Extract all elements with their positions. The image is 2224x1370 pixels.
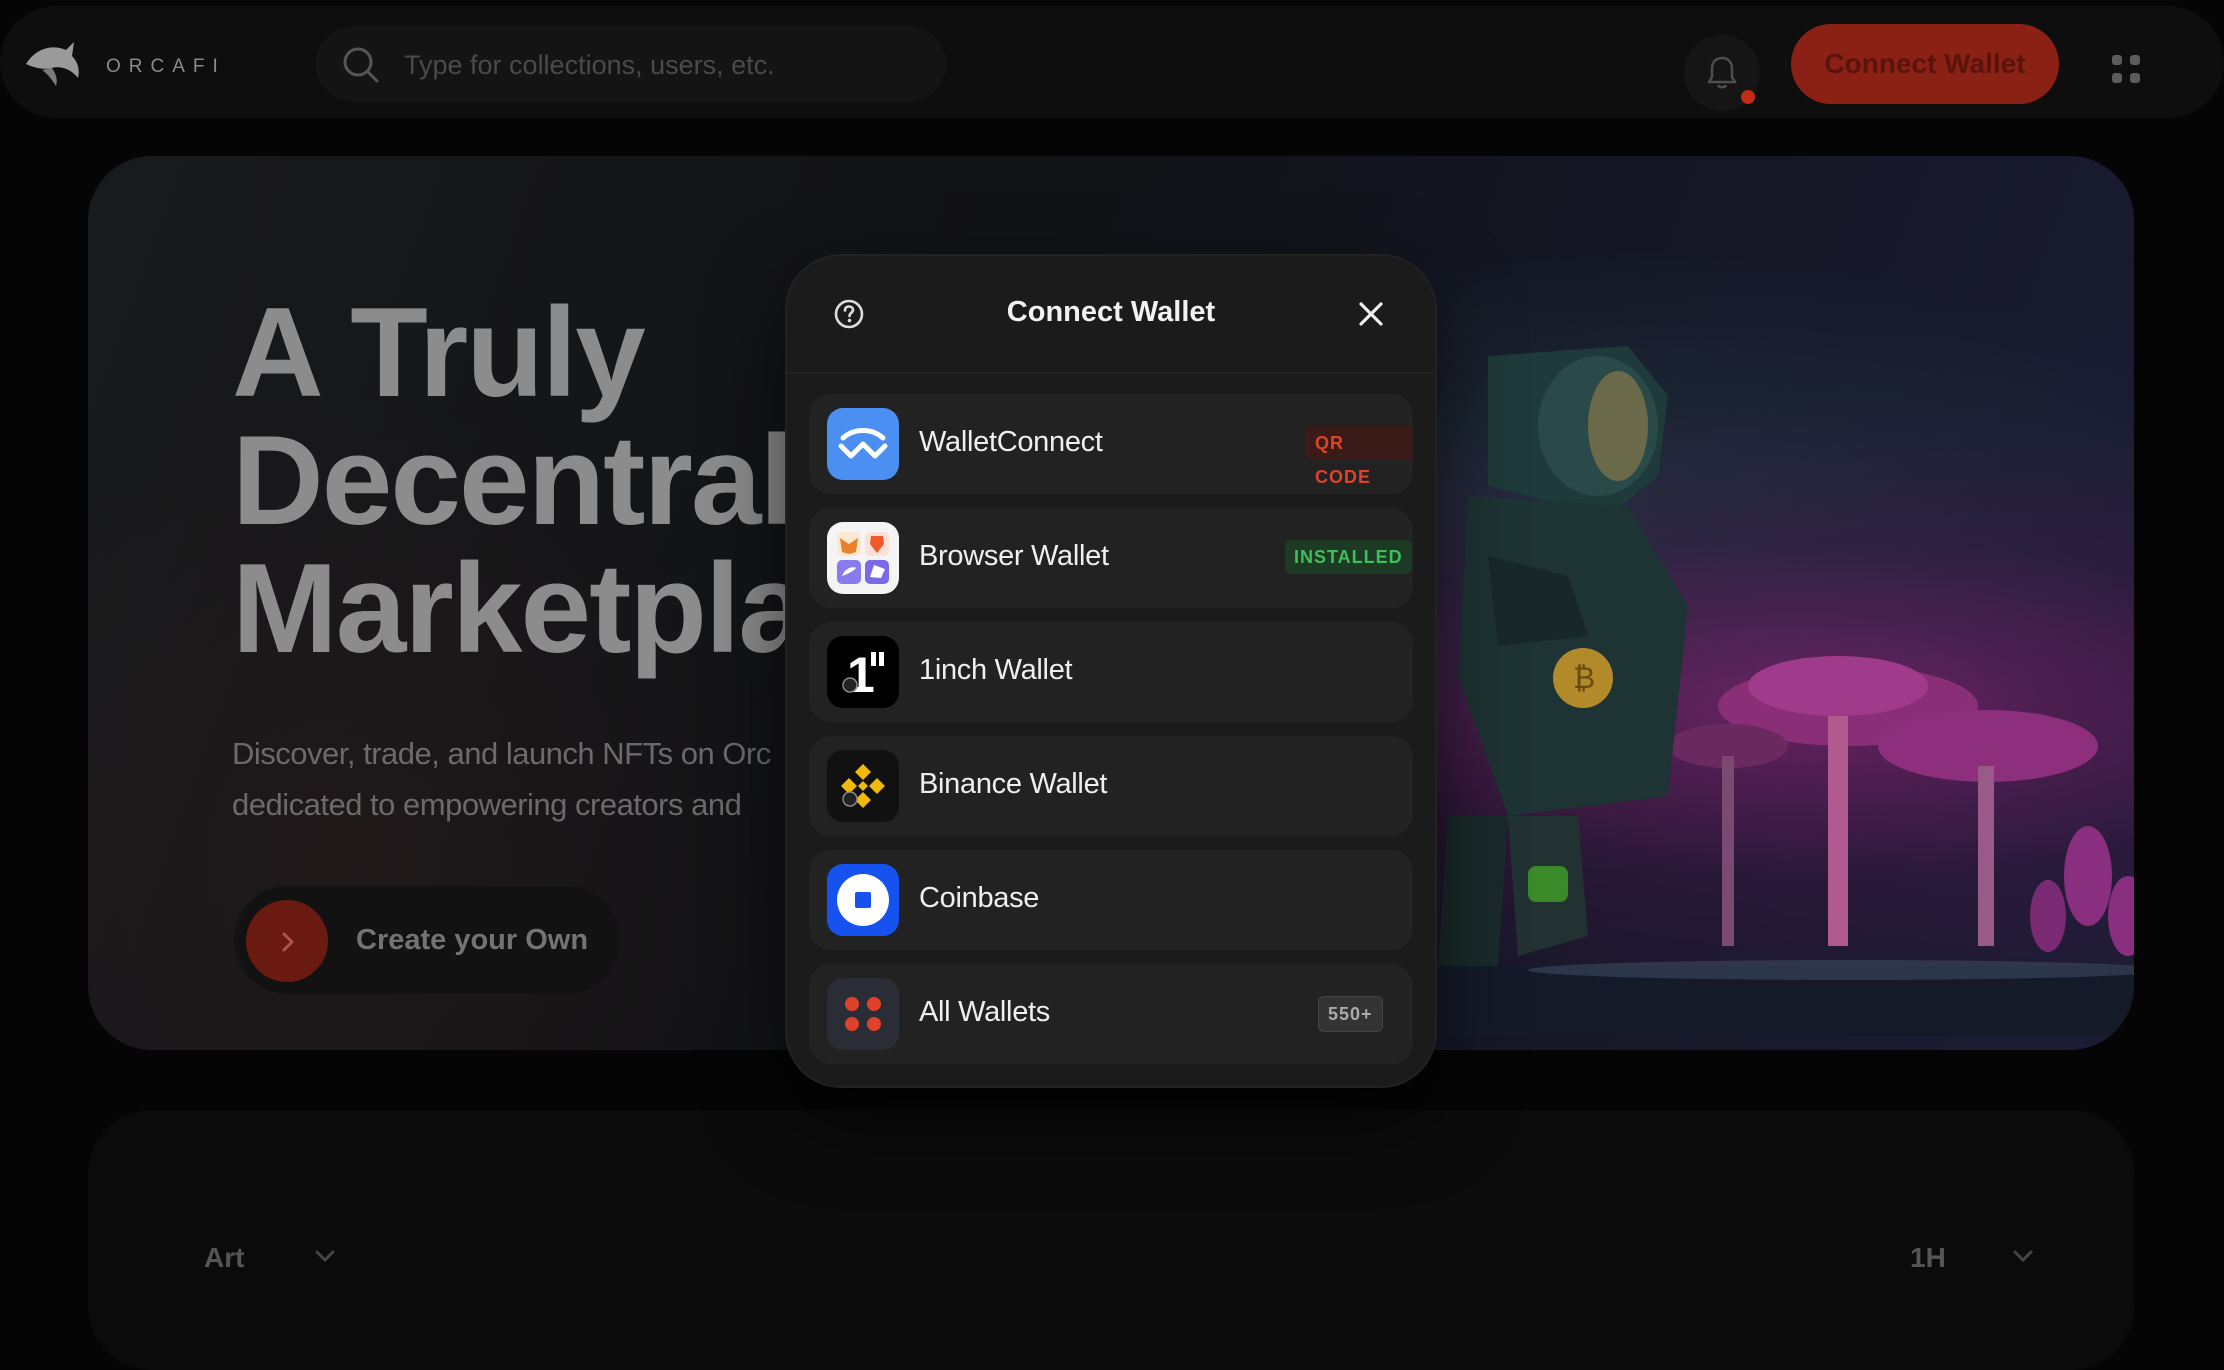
modal-title: Connect Wallet <box>1006 296 1216 328</box>
connect-wallet-button[interactable]: Connect Wallet <box>1791 24 2059 104</box>
wallet-name: WalletConnect <box>919 426 1103 458</box>
svg-text:1: 1 <box>847 647 875 703</box>
create-your-own-button[interactable]: Create your Own <box>234 886 620 994</box>
headline-line: Decentral <box>232 409 795 551</box>
coinbase-icon <box>827 864 899 936</box>
1inch-icon: 1 <box>827 636 899 708</box>
top-navigation: ORCAFI Connect Wallet <box>0 6 2224 118</box>
wallet-name: All Wallets <box>919 996 1050 1028</box>
wallet-name: Coinbase <box>919 882 1040 914</box>
notifications-button[interactable] <box>1684 35 1760 111</box>
apps-menu-icon[interactable] <box>2112 55 2144 87</box>
wallet-name: 1inch Wallet <box>919 654 1073 686</box>
walletconnect-icon <box>827 408 899 480</box>
chevron-right-icon <box>282 932 294 952</box>
headline-line: A Truly <box>232 281 646 423</box>
wallet-option-binance[interactable]: Binance Wallet <box>809 736 1413 836</box>
category-filter[interactable]: Art <box>204 1242 244 1274</box>
cta-arrow-circle <box>246 900 328 982</box>
hero-subtext: Discover, trade, and launch NFTs on Orc … <box>232 728 771 830</box>
brand-name[interactable]: ORCAFI <box>106 56 226 78</box>
qr-code-badge: QR CODE <box>1306 426 1413 487</box>
modal-header: Connect Wallet <box>787 256 1435 374</box>
installed-badge: INSTALLED <box>1285 540 1412 574</box>
orca-logo-icon[interactable] <box>22 38 82 88</box>
search-icon <box>343 47 379 83</box>
close-icon[interactable] <box>1357 300 1385 328</box>
subtext-line: dedicated to empowering creators and <box>232 787 742 822</box>
chevron-down-icon[interactable] <box>314 1248 336 1264</box>
wallet-option-browser-wallet[interactable]: Browser Wallet INSTALLED <box>809 508 1413 608</box>
hero-illustration: ₿ <box>1428 346 2134 1036</box>
wallet-count-badge: 550+ <box>1318 996 1383 1032</box>
wallet-name: Binance Wallet <box>919 768 1108 800</box>
chevron-down-icon[interactable] <box>2012 1248 2034 1264</box>
search-bar[interactable] <box>316 26 946 102</box>
wallet-option-coinbase[interactable]: Coinbase <box>809 850 1413 950</box>
svg-text:₿: ₿ <box>1573 662 1595 695</box>
wallet-option-all-wallets[interactable]: All Wallets 550+ <box>809 964 1413 1064</box>
hero-headline: A Truly Decentral Marketpla <box>232 281 809 679</box>
wallet-option-walletconnect[interactable]: WalletConnect QR CODE <box>809 394 1413 494</box>
search-input[interactable] <box>402 44 926 86</box>
subtext-line: Discover, trade, and launch NFTs on Orc <box>232 736 771 771</box>
timeframe-filter[interactable]: 1H <box>1910 1242 1946 1274</box>
cta-label: Create your Own <box>356 924 589 956</box>
connect-wallet-modal: Connect Wallet WalletConnect QR CODE Bro… <box>787 256 1435 1086</box>
collections-panel: Art 1H <box>88 1110 2134 1370</box>
wallet-name: Browser Wallet <box>919 540 1109 572</box>
binance-icon <box>827 750 899 822</box>
all-wallets-icon <box>827 978 899 1050</box>
headline-line: Marketpla <box>232 537 809 679</box>
notification-dot <box>1741 90 1755 104</box>
wallet-option-1inch[interactable]: 1 1inch Wallet <box>809 622 1413 722</box>
bell-icon <box>1707 56 1737 89</box>
browser-wallet-icon <box>827 522 899 594</box>
